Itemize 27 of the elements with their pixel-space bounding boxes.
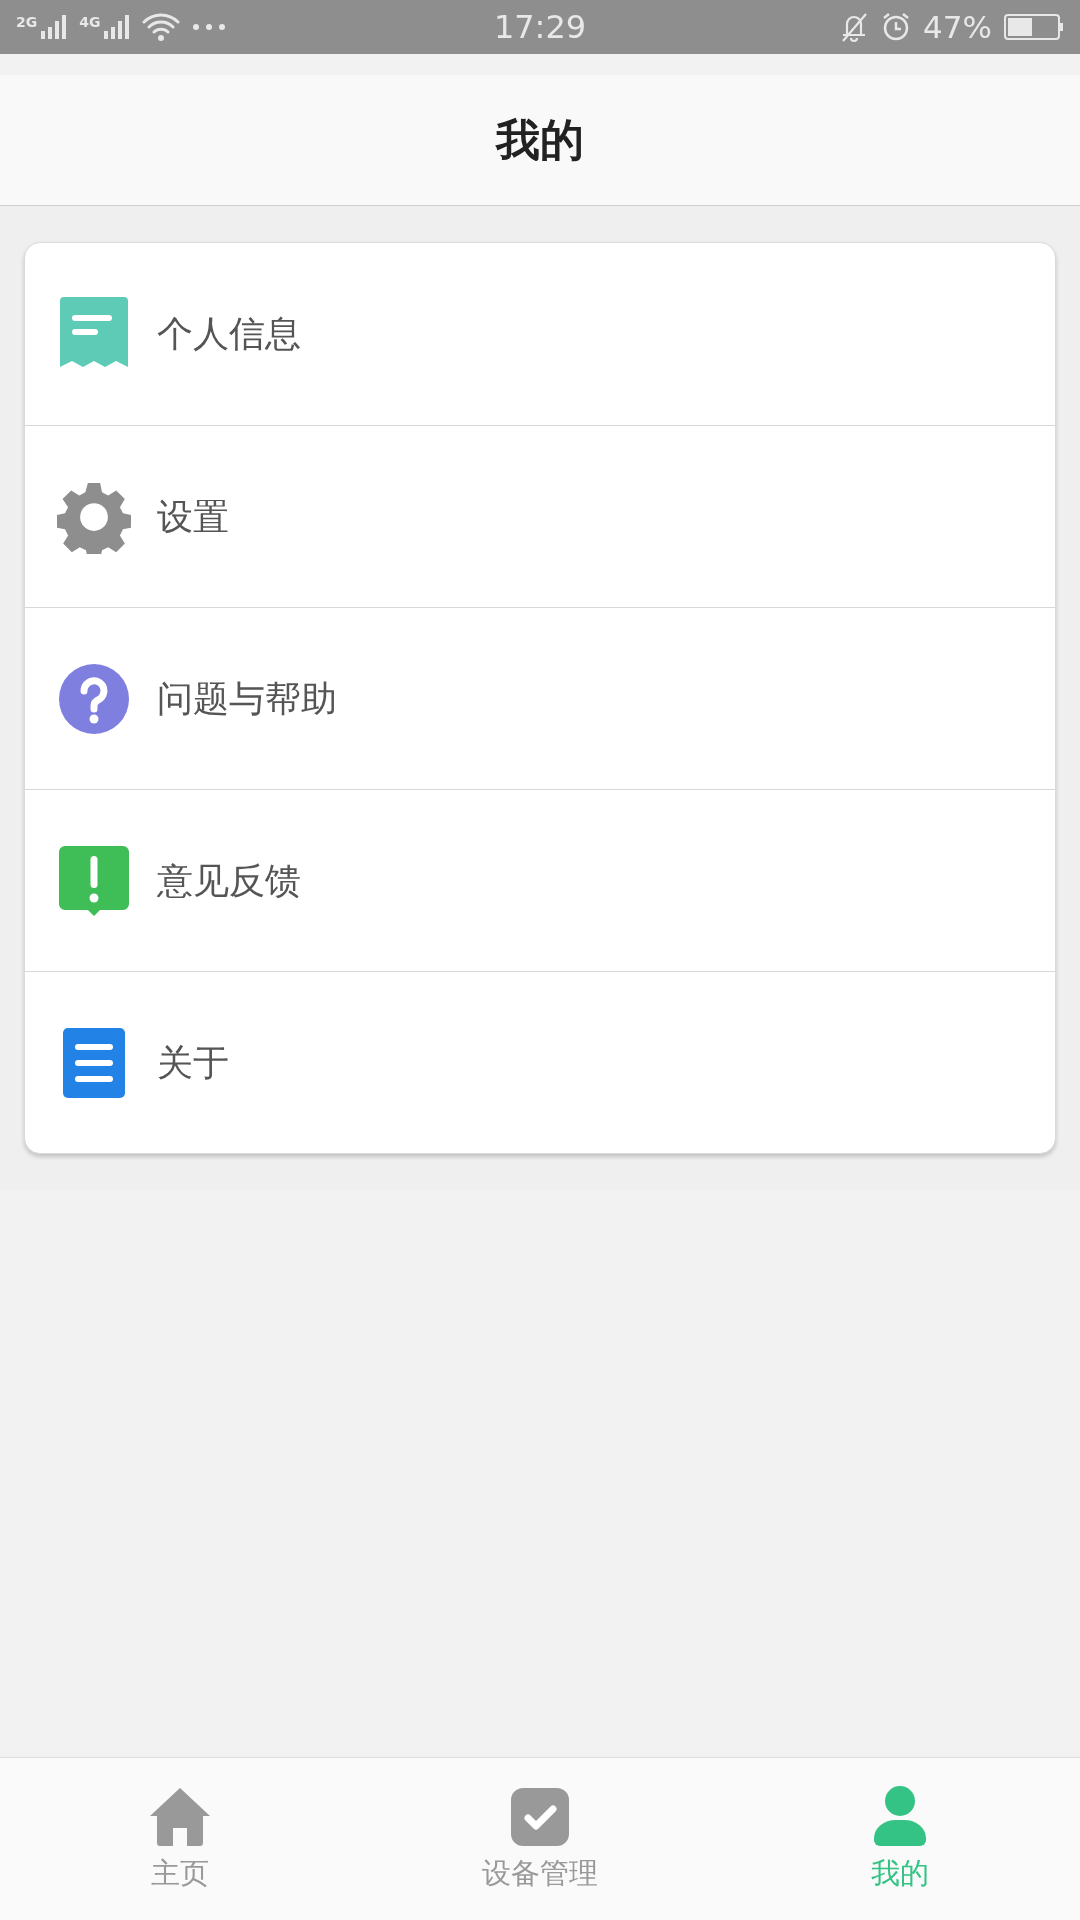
status-time: 17:29 xyxy=(493,7,587,48)
menu-label: 设置 xyxy=(157,494,229,539)
menu-label: 问题与帮助 xyxy=(157,676,337,721)
home-icon xyxy=(150,1788,210,1846)
battery-percent: 47% xyxy=(923,7,992,47)
menu-label: 个人信息 xyxy=(157,312,301,356)
menu-label: 意见反馈 xyxy=(157,858,301,903)
checkbox-icon xyxy=(511,1788,569,1846)
menu-label: 关于 xyxy=(157,1040,229,1085)
person-icon xyxy=(874,1786,926,1846)
menu-item[interactable]: 意见反馈 xyxy=(25,789,1055,971)
alert-message-icon xyxy=(59,845,129,916)
menu-item[interactable]: 个人信息 xyxy=(25,243,1055,425)
menu-item[interactable]: 问题与帮助 xyxy=(25,607,1055,789)
battery-icon xyxy=(1004,14,1064,40)
document-icon xyxy=(63,1027,125,1098)
signal-icon xyxy=(41,15,68,39)
network-label: 2G xyxy=(16,15,38,29)
muted-bell-icon xyxy=(839,11,870,43)
menu-item[interactable]: 设置 xyxy=(25,425,1055,607)
network-label: 4G xyxy=(79,15,101,29)
page-title: 我的 xyxy=(496,113,584,167)
signal-icon xyxy=(104,15,131,39)
menu-item[interactable]: 关于 xyxy=(25,971,1055,1153)
help-icon xyxy=(59,663,129,734)
wifi-icon xyxy=(142,12,181,42)
more-icon xyxy=(192,23,227,31)
